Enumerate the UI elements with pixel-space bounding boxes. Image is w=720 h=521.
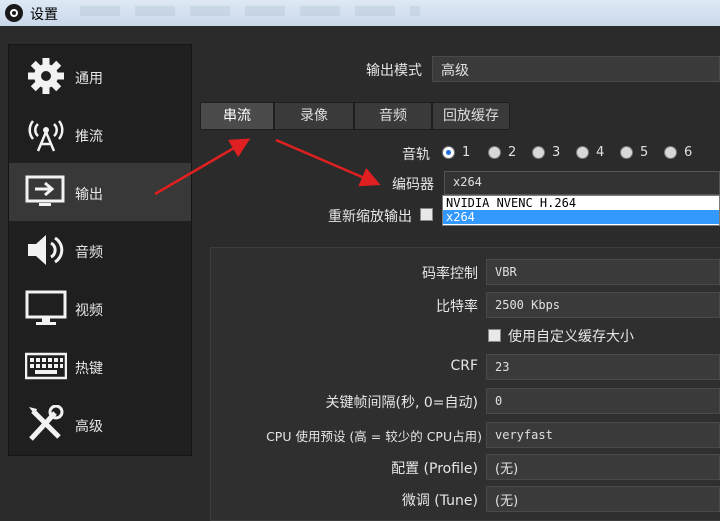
output-mode-label: 输出模式	[366, 63, 422, 79]
sidebar-item-general[interactable]: 通用	[9, 47, 191, 105]
bitrate-input[interactable]: 2500 Kbps	[486, 292, 720, 318]
sidebar-item-label: 音频	[75, 245, 103, 261]
sidebar-item-hotkeys[interactable]: 热键	[9, 337, 191, 395]
cpu-preset-select[interactable]: veryfast	[486, 422, 720, 448]
encoder-label: 编码器	[392, 177, 434, 193]
track-4-number: 4	[596, 145, 605, 160]
sidebar-item-label: 输出	[75, 187, 103, 203]
output-icon	[25, 175, 65, 206]
track-1-radio[interactable]	[442, 146, 455, 159]
tab-audio[interactable]: 音频	[354, 102, 432, 130]
tune-select[interactable]: (无)	[486, 486, 720, 512]
track-5-number: 5	[640, 145, 649, 160]
track-6-radio[interactable]	[664, 146, 677, 159]
profile-label: 配置 (Profile)	[391, 461, 478, 477]
window-titlebar: 设置	[0, 0, 720, 26]
sidebar-item-label: 热键	[75, 361, 103, 377]
rate-control-select[interactable]: VBR	[486, 259, 720, 285]
tab-replay-buffer[interactable]: 回放缓存	[432, 102, 510, 130]
crf-label: CRF	[450, 358, 478, 374]
encoder-select[interactable]: x264	[444, 171, 720, 195]
custom-buffer-label: 使用自定义缓存大小	[508, 329, 634, 345]
rate-control-label: 码率控制	[422, 266, 478, 282]
audio-track-label: 音轨	[402, 147, 430, 163]
cpu-preset-label: CPU 使用预设 (高 = 较少的 CPU占用)	[266, 429, 482, 444]
sidebar-item-output[interactable]: 输出	[9, 163, 191, 221]
sidebar-item-audio[interactable]: 音频	[9, 221, 191, 279]
bitrate-label: 比特率	[436, 299, 478, 315]
track-5-radio[interactable]	[620, 146, 633, 159]
sidebar-item-label: 通用	[75, 71, 103, 87]
sidebar-item-label: 视频	[75, 303, 103, 319]
encoder-option-x264[interactable]: x264	[443, 210, 719, 224]
settings-sidebar: 通用 推流 输出 音频 视频 热键 高级	[8, 44, 192, 456]
obs-logo-icon	[5, 4, 23, 22]
crf-input[interactable]: 23	[486, 354, 720, 380]
keyframe-interval-label: 关键帧间隔(秒, 0=自动)	[325, 395, 478, 411]
sidebar-item-stream[interactable]: 推流	[9, 105, 191, 163]
track-4-radio[interactable]	[576, 146, 589, 159]
tune-label: 微调 (Tune)	[401, 493, 478, 509]
broadcast-icon	[28, 120, 64, 152]
rescale-output-label: 重新缩放输出	[328, 209, 412, 225]
track-3-number: 3	[552, 145, 561, 160]
window-title: 设置	[30, 7, 58, 23]
keyboard-icon	[25, 352, 67, 380]
track-2-number: 2	[508, 145, 517, 160]
sidebar-item-label: 推流	[75, 129, 103, 145]
track-2-radio[interactable]	[488, 146, 501, 159]
monitor-icon	[25, 290, 67, 325]
keyframe-interval-input[interactable]: 0	[486, 388, 720, 414]
sidebar-item-advanced[interactable]: 高级	[9, 395, 191, 453]
encoder-option-nvenc[interactable]: NVIDIA NVENC H.264	[443, 196, 719, 210]
custom-buffer-checkbox[interactable]	[488, 329, 501, 342]
tab-recording[interactable]: 录像	[274, 102, 354, 130]
speaker-icon	[28, 235, 64, 265]
track-1-number: 1	[462, 145, 471, 160]
track-3-radio[interactable]	[532, 146, 545, 159]
output-mode-select[interactable]: 高级	[432, 56, 720, 82]
titlebar-background-text	[80, 6, 420, 16]
tab-stream[interactable]: 串流	[200, 102, 274, 130]
gear-icon	[28, 58, 64, 94]
profile-select[interactable]: (无)	[486, 454, 720, 480]
tools-icon	[29, 405, 64, 441]
sidebar-item-video[interactable]: 视频	[9, 279, 191, 337]
sidebar-item-label: 高级	[75, 419, 103, 435]
encoder-dropdown-list: NVIDIA NVENC H.264 x264	[442, 195, 720, 226]
rescale-output-checkbox[interactable]	[420, 208, 433, 221]
track-6-number: 6	[684, 145, 693, 160]
